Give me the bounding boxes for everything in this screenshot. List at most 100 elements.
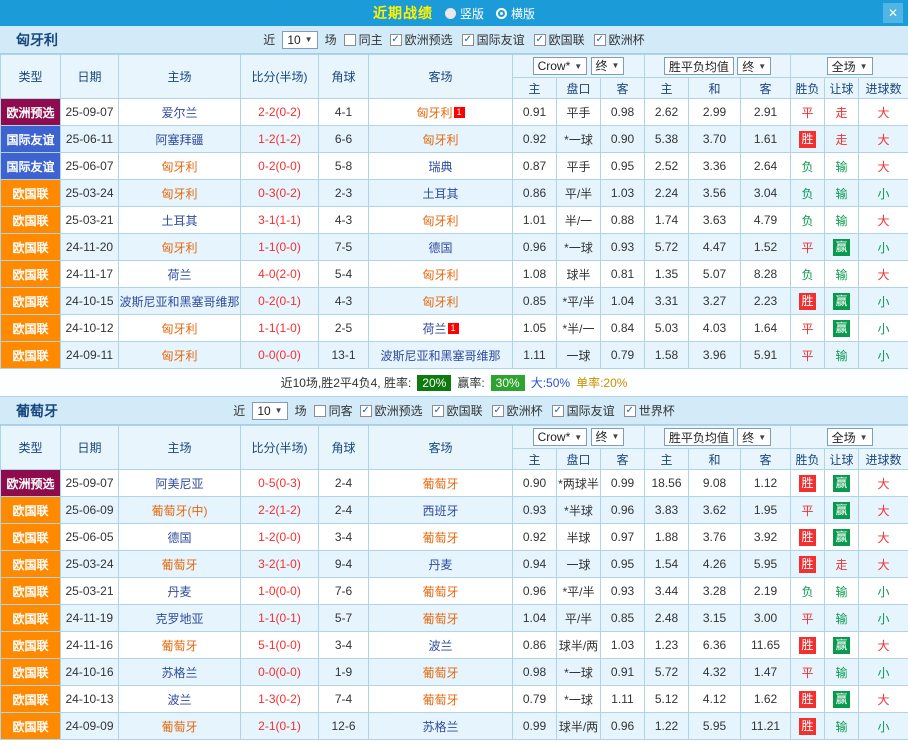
goals-cell-value: 小 <box>878 585 890 599</box>
corner-cell: 7-4 <box>319 686 369 713</box>
checkbox-checked-icon: ✓ <box>492 405 504 417</box>
competition-filter[interactable]: ✓世界杯 <box>624 402 675 419</box>
avg-draw-cell: 3.15 <box>689 605 741 632</box>
layout-vertical-option[interactable]: 竖版 <box>445 5 484 22</box>
subject-team-name: 葡萄牙 <box>422 612 458 626</box>
bookmaker-select[interactable]: Crow*▼ <box>533 57 588 75</box>
goals-cell: 小 <box>859 578 908 605</box>
subcol-avg-home: 主 <box>645 78 689 99</box>
handicap-result-cell-value: 输 <box>836 187 848 201</box>
odds-away-cell: 0.95 <box>601 153 645 180</box>
opponent-team-name: 阿美尼亚 <box>155 477 203 491</box>
goals-cell: 大 <box>859 497 908 524</box>
avg-odds-button[interactable]: 胜平负均值 <box>664 57 734 75</box>
match-date: 24-10-13 <box>61 686 119 713</box>
avg-draw-cell: 3.70 <box>689 126 741 153</box>
matches-label: 场 <box>325 31 337 48</box>
col-date: 日期 <box>61 426 119 470</box>
result-cell-value: 胜 <box>799 637 816 654</box>
competition-filter[interactable]: ✓国际友谊 <box>462 31 525 48</box>
same-venue-label: 同客 <box>329 402 353 419</box>
result-cell: 平 <box>791 234 825 261</box>
opponent-team-name: 爱尔兰 <box>161 106 197 120</box>
final-odds-select-value: 终 <box>596 428 608 445</box>
score-cell: 3-1(1-1) <box>241 207 319 234</box>
odds-home-cell: 0.92 <box>513 126 557 153</box>
subcol-result: 胜负 <box>791 449 825 470</box>
layout-vertical-label: 竖版 <box>460 5 484 22</box>
opponent-team-name: 克罗地亚 <box>155 612 203 626</box>
chevron-down-icon: ▼ <box>612 432 620 441</box>
score-cell: 4-0(2-0) <box>241 261 319 288</box>
goals-cell-value: 大 <box>878 268 890 282</box>
bookmaker-select[interactable]: Crow*▼ <box>533 428 588 446</box>
result-cell: 胜 <box>791 288 825 315</box>
match-count-select[interactable]: 10 ▼ <box>282 31 317 49</box>
same-venue-filter[interactable]: 同主 <box>344 31 383 48</box>
goals-cell: 大 <box>859 126 908 153</box>
final-avg-select[interactable]: 终▼ <box>737 57 771 75</box>
avg-away-cell: 1.62 <box>741 686 791 713</box>
final-avg-select[interactable]: 终▼ <box>737 428 771 446</box>
result-cell: 胜 <box>791 686 825 713</box>
subcol-odds-home: 主 <box>513 78 557 99</box>
handicap-result-cell-value: 输 <box>836 666 848 680</box>
competition-filter[interactable]: ✓欧洲预选 <box>390 31 453 48</box>
final-odds-select[interactable]: 终▼ <box>591 428 625 446</box>
corner-cell: 1-9 <box>319 659 369 686</box>
team-name: 匈牙利 <box>16 30 58 50</box>
competition-filter[interactable]: ✓欧洲杯 <box>594 31 645 48</box>
odds-away-cell: 0.81 <box>601 261 645 288</box>
handicap-result-cell-value: 赢 <box>833 293 850 310</box>
odds-home-cell: 0.87 <box>513 153 557 180</box>
score-cell: 0-2(0-0) <box>241 153 319 180</box>
handicap-result-cell: 赢 <box>825 470 859 497</box>
avg-away-cell: 1.12 <box>741 470 791 497</box>
layout-horizontal-option[interactable]: 横版 <box>496 5 535 22</box>
close-button[interactable]: ✕ <box>883 3 903 23</box>
competition-label: 欧洲预选 <box>375 402 423 419</box>
result-cell: 负 <box>791 578 825 605</box>
goals-cell-value: 小 <box>878 720 890 734</box>
match-row: 欧国联24-10-13波兰1-3(0-2)7-4葡萄牙0.79*一球1.115.… <box>1 686 908 713</box>
avg-odds-button[interactable]: 胜平负均值 <box>664 428 734 446</box>
competition-filter[interactable]: ✓欧国联 <box>432 402 483 419</box>
avg-home-cell: 1.54 <box>645 551 689 578</box>
avg-away-cell: 11.21 <box>741 713 791 740</box>
odds-away-cell: 0.93 <box>601 234 645 261</box>
avg-home-cell: 3.31 <box>645 288 689 315</box>
col-away: 客场 <box>369 426 513 470</box>
fulltime-select[interactable]: 全场▼ <box>827 428 873 446</box>
odds-away-cell: 0.99 <box>601 470 645 497</box>
handicap-result-cell: 输 <box>825 605 859 632</box>
goals-cell-value: 小 <box>878 666 890 680</box>
subcol-handicap: 盘口 <box>557 78 601 99</box>
fulltime-select-value: 全场 <box>832 429 856 446</box>
same-venue-filter[interactable]: 同客 <box>314 402 353 419</box>
corner-cell: 2-3 <box>319 180 369 207</box>
checkbox-checked-icon: ✓ <box>534 34 546 46</box>
corner-cell: 2-4 <box>319 497 369 524</box>
result-cell: 胜 <box>791 126 825 153</box>
competition-filter[interactable]: ✓欧洲预选 <box>360 402 423 419</box>
match-date: 25-03-24 <box>61 180 119 207</box>
avg-home-cell: 1.88 <box>645 524 689 551</box>
avg-draw-cell: 3.96 <box>689 342 741 369</box>
away-team-cell: 葡萄牙 <box>369 470 513 497</box>
avg-away-cell: 3.00 <box>741 605 791 632</box>
subject-team-name: 匈牙利 <box>422 268 458 282</box>
final-odds-select[interactable]: 终▼ <box>591 57 625 75</box>
col-score: 比分(半场) <box>241 55 319 99</box>
match-row: 欧国联24-10-16苏格兰0-0(0-0)1-9葡萄牙0.98*一球0.915… <box>1 659 908 686</box>
competition-filter[interactable]: ✓欧洲杯 <box>492 402 543 419</box>
result-cell-value: 平 <box>802 241 814 255</box>
odds-away-cell: 1.03 <box>601 180 645 207</box>
away-team-cell: 荷兰1 <box>369 315 513 342</box>
competition-filter[interactable]: ✓欧国联 <box>534 31 585 48</box>
subject-team-name: 葡萄牙 <box>161 639 197 653</box>
match-count-select[interactable]: 10 ▼ <box>252 402 287 420</box>
competition-filter[interactable]: ✓国际友谊 <box>552 402 615 419</box>
team-section: 葡萄牙 近 10 ▼ 场 同客 ✓欧洲预选✓欧国联✓欧洲杯✓国际友谊✓世界杯 <box>0 397 908 740</box>
avg-draw-cell: 4.26 <box>689 551 741 578</box>
fulltime-select[interactable]: 全场▼ <box>827 57 873 75</box>
